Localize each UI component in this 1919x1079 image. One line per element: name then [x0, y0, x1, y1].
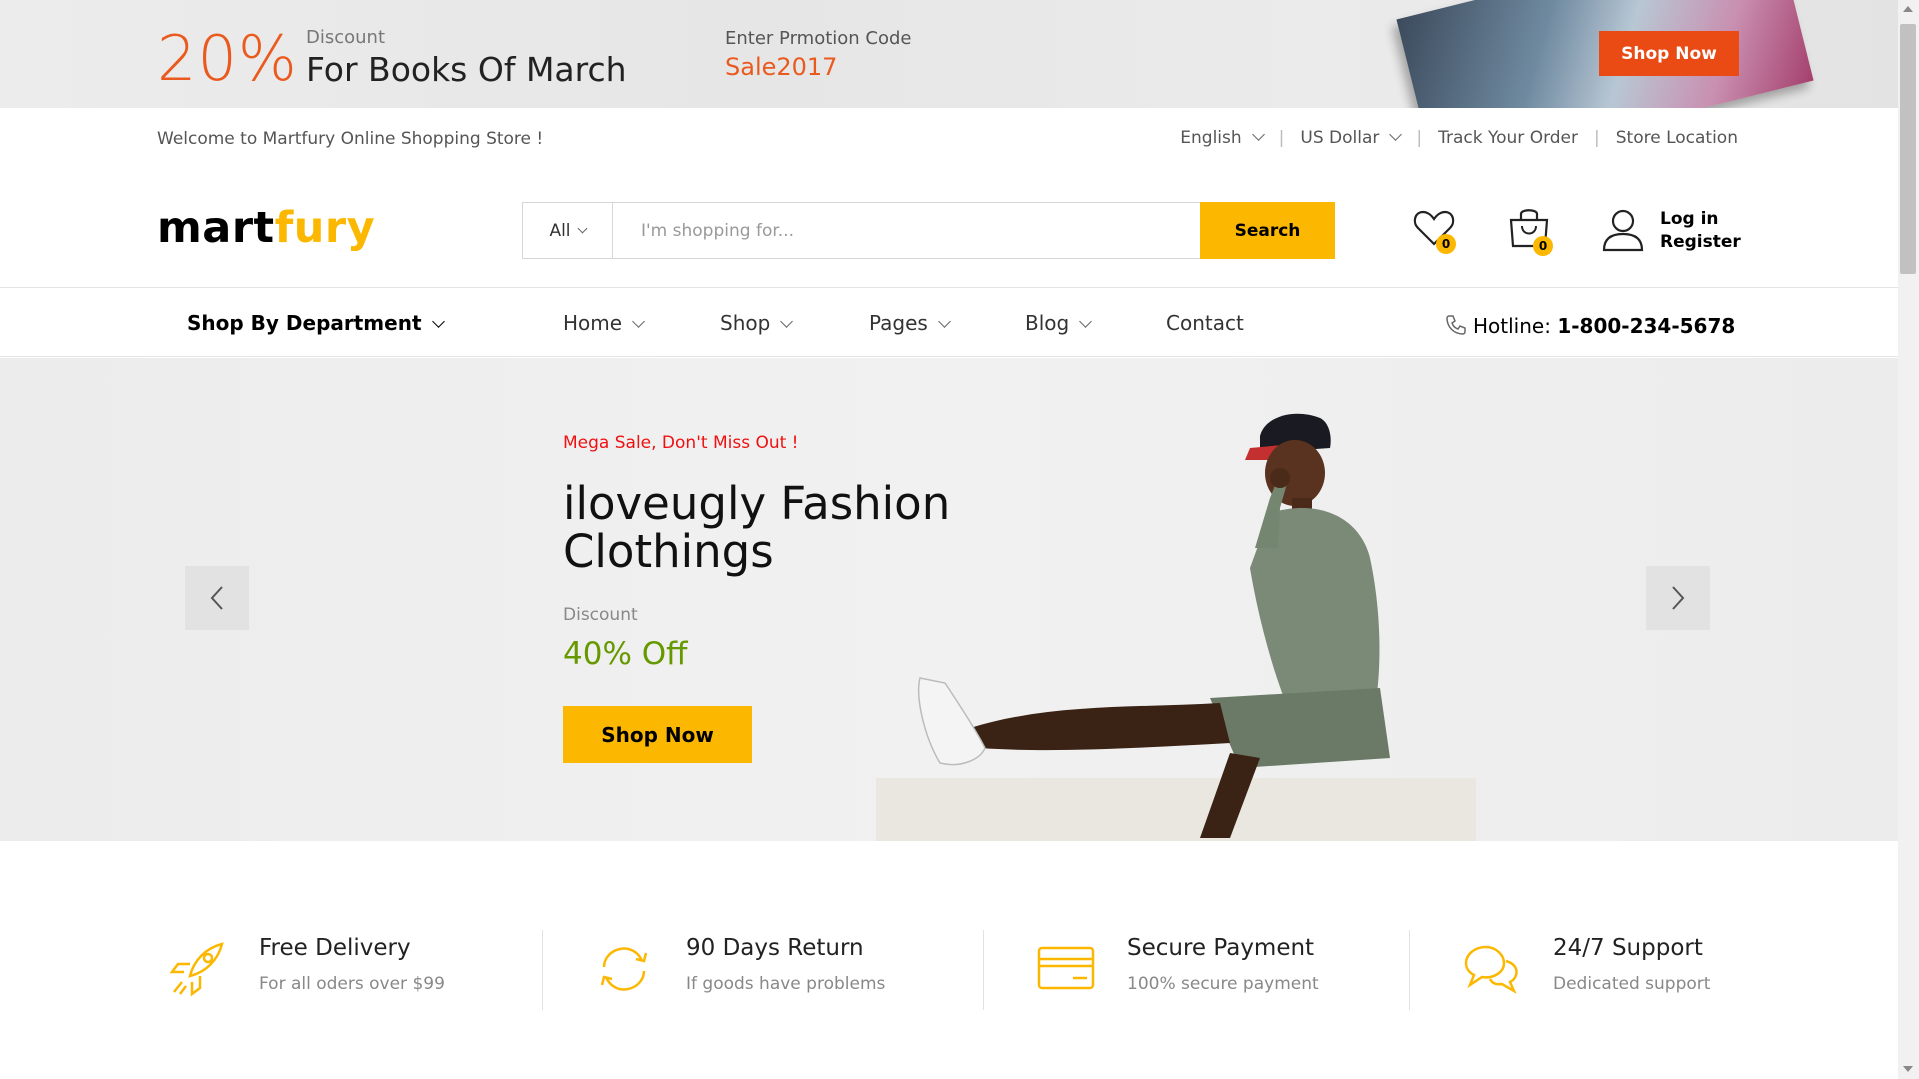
chevron-down-icon — [632, 315, 645, 328]
slider-prev-button[interactable] — [185, 566, 249, 630]
chevron-down-icon — [780, 315, 794, 328]
department-label: Shop By Department — [187, 311, 422, 335]
language-selector[interactable]: English — [1180, 128, 1265, 148]
account-links: Log in Register — [1660, 208, 1741, 254]
promo-headline: For Books Of March — [306, 50, 627, 89]
search-button[interactable]: Search — [1200, 202, 1335, 259]
search-category-select[interactable]: All — [523, 203, 613, 258]
nav-shop[interactable]: Shop — [720, 311, 794, 335]
hero-discount-label: Discount — [563, 605, 638, 625]
search-bar: All Search — [522, 202, 1335, 259]
model-image — [917, 413, 1390, 838]
chevron-down-icon — [577, 223, 587, 234]
feature-90-days-return: 90 Days Return If goods have problems — [686, 935, 885, 994]
feature-subtitle: If goods have problems — [686, 974, 886, 994]
nav-shop-label: Shop — [720, 311, 771, 335]
credit-card-icon — [1037, 946, 1095, 990]
shop-by-department-menu[interactable]: Shop By Department — [187, 311, 445, 335]
cart-count-badge: 0 — [1533, 236, 1553, 256]
hotline-label: Hotline: — [1473, 314, 1551, 338]
chat-icon — [1464, 945, 1518, 995]
welcome-message: Welcome to Martfury Online Shopping Stor… — [157, 129, 544, 149]
login-link[interactable]: Log in — [1660, 208, 1741, 231]
feature-title: 90 Days Return — [686, 935, 864, 961]
nav-contact-label: Contact — [1166, 311, 1244, 335]
nav-blog[interactable]: Blog — [1025, 311, 1093, 335]
divider: | — [1416, 128, 1423, 148]
nav-contact[interactable]: Contact — [1166, 311, 1244, 335]
promo-percent: 20% — [157, 22, 298, 95]
refresh-icon — [600, 947, 648, 991]
main-nav: Shop By Department Home Shop Pages Blog … — [0, 287, 1898, 357]
user-icon[interactable] — [1602, 208, 1644, 256]
promo-code-label: Enter Prmotion Code — [725, 28, 912, 49]
promo-banner: 20% Discount For Books Of March Enter Pr… — [0, 0, 1898, 108]
feature-title: Free Delivery — [259, 935, 411, 961]
top-bar: Welcome to Martfury Online Shopping Stor… — [0, 108, 1898, 172]
logo[interactable]: martfury — [157, 203, 375, 253]
chevron-right-icon — [1672, 586, 1685, 610]
feature-subtitle: Dedicated support — [1553, 974, 1711, 994]
hero-discount: 40% Off — [563, 636, 688, 672]
track-order-link[interactable]: Track Your Order — [1438, 128, 1578, 148]
hotline: Hotline: 1-800-234-5678 — [1445, 311, 1735, 338]
cart-button[interactable]: 0 — [1507, 206, 1553, 256]
logo-part-2: fury — [274, 203, 376, 253]
chevron-down-icon — [1079, 315, 1093, 328]
nav-pages-label: Pages — [869, 311, 928, 335]
divider: | — [1594, 128, 1600, 148]
search-category-label: All — [549, 220, 571, 241]
nav-pages[interactable]: Pages — [869, 311, 951, 335]
store-location-link[interactable]: Store Location — [1616, 128, 1738, 148]
feature-free-delivery: Free Delivery For all oders over $99 — [259, 935, 445, 994]
chevron-down-icon — [431, 315, 445, 328]
scroll-up-icon[interactable] — [1903, 6, 1913, 12]
slider-next-button[interactable] — [1646, 566, 1710, 630]
nav-home[interactable]: Home — [563, 311, 645, 335]
feature-secure-payment: Secure Payment 100% secure payment — [1127, 935, 1319, 994]
language-label: English — [1180, 128, 1242, 148]
logo-part-1: mart — [157, 203, 275, 253]
nav-blog-label: Blog — [1025, 311, 1070, 335]
chevron-left-icon — [210, 586, 223, 610]
hero-tagline: Mega Sale, Don't Miss Out ! — [563, 433, 799, 453]
search-input[interactable] — [613, 203, 1200, 258]
feature-subtitle: 100% secure payment — [1127, 974, 1319, 994]
scroll-down-icon[interactable] — [1903, 1066, 1913, 1072]
wishlist-button[interactable]: 0 — [1412, 208, 1456, 254]
scrollbar-thumb[interactable] — [1900, 24, 1916, 274]
register-link[interactable]: Register — [1660, 231, 1741, 254]
promo-code: Sale2017 — [725, 53, 838, 81]
feature-subtitle: For all oders over $99 — [259, 974, 445, 994]
promo-discount-label: Discount — [306, 27, 386, 48]
divider — [1409, 930, 1410, 1010]
divider — [542, 930, 543, 1010]
hero-slider: Mega Sale, Don't Miss Out ! iloveugly Fa… — [0, 358, 1898, 841]
hero-shop-now-button[interactable]: Shop Now — [563, 706, 752, 763]
chevron-down-icon — [1389, 128, 1403, 141]
chevron-down-icon — [937, 315, 951, 328]
rocket-icon — [169, 942, 224, 997]
hotline-number: 1-800-234-5678 — [1557, 314, 1736, 338]
feature-title: 24/7 Support — [1553, 935, 1703, 961]
currency-selector[interactable]: US Dollar — [1300, 128, 1403, 148]
feature-24-7-support: 24/7 Support Dedicated support — [1553, 935, 1710, 994]
feature-title: Secure Payment — [1127, 935, 1315, 961]
topbar-links: English | US Dollar | Track Your Order |… — [1180, 128, 1738, 148]
divider — [983, 930, 984, 1010]
nav-home-label: Home — [563, 311, 623, 335]
phone-icon — [1446, 315, 1466, 335]
divider: | — [1278, 128, 1285, 148]
currency-label: US Dollar — [1300, 128, 1380, 148]
promo-shop-now-button[interactable]: Shop Now — [1599, 31, 1739, 76]
chevron-down-icon — [1251, 128, 1265, 141]
wishlist-count-badge: 0 — [1436, 234, 1456, 254]
hero-title: iloveugly Fashion Clothings — [563, 477, 951, 578]
